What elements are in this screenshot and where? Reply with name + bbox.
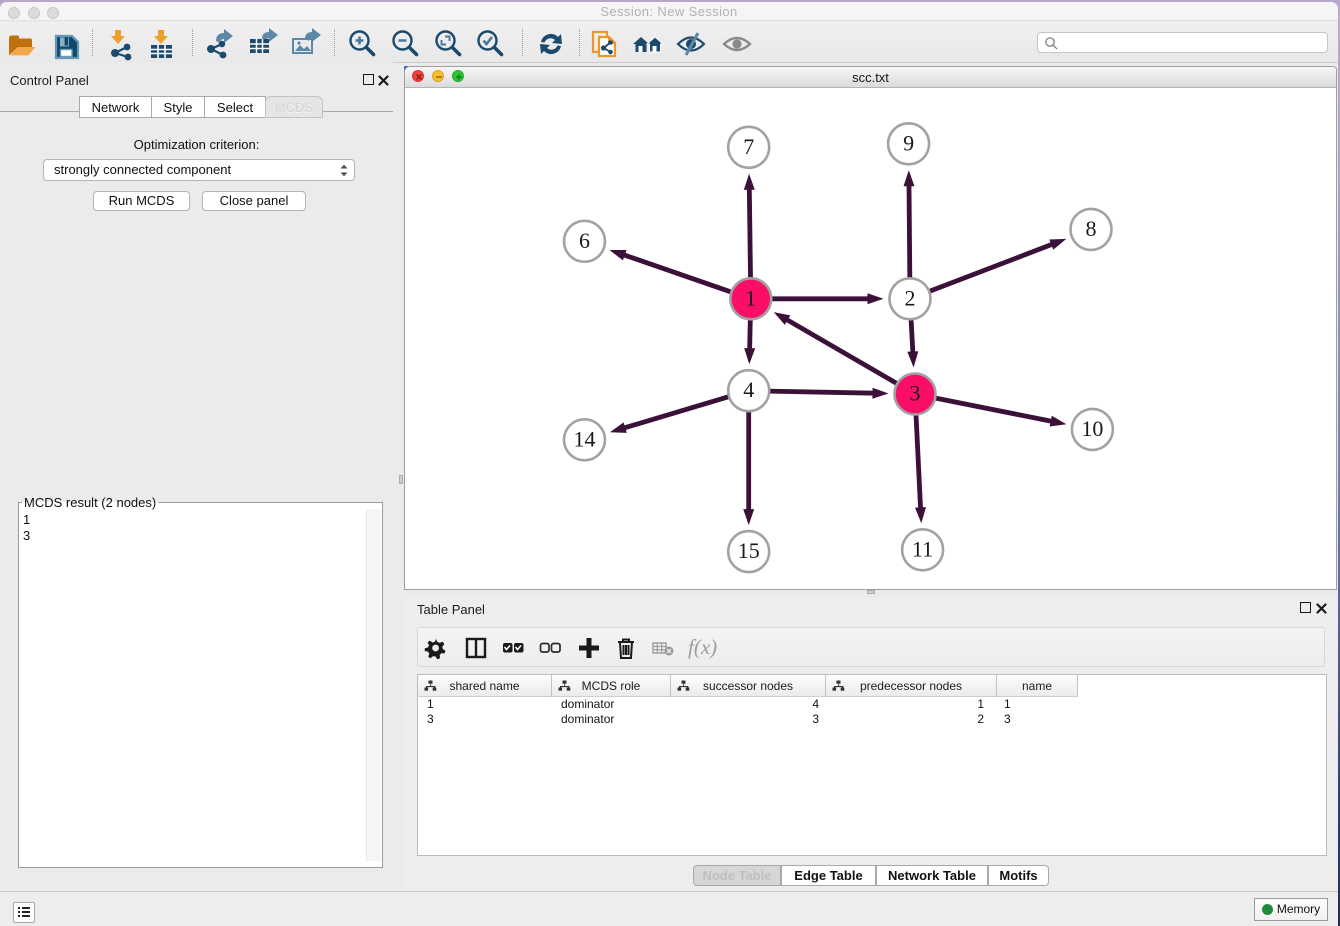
svg-text:11: 11 xyxy=(912,536,933,561)
svg-text:7: 7 xyxy=(743,134,754,159)
svg-text:15: 15 xyxy=(738,538,760,563)
svg-text:1: 1 xyxy=(745,285,756,310)
svg-text:8: 8 xyxy=(1086,216,1097,241)
svg-text:14: 14 xyxy=(574,426,596,451)
svg-text:9: 9 xyxy=(903,130,914,155)
svg-text:3: 3 xyxy=(910,381,921,406)
svg-text:10: 10 xyxy=(1081,416,1103,441)
svg-text:2: 2 xyxy=(905,285,916,310)
svg-text:6: 6 xyxy=(579,228,590,253)
svg-text:4: 4 xyxy=(743,377,754,402)
